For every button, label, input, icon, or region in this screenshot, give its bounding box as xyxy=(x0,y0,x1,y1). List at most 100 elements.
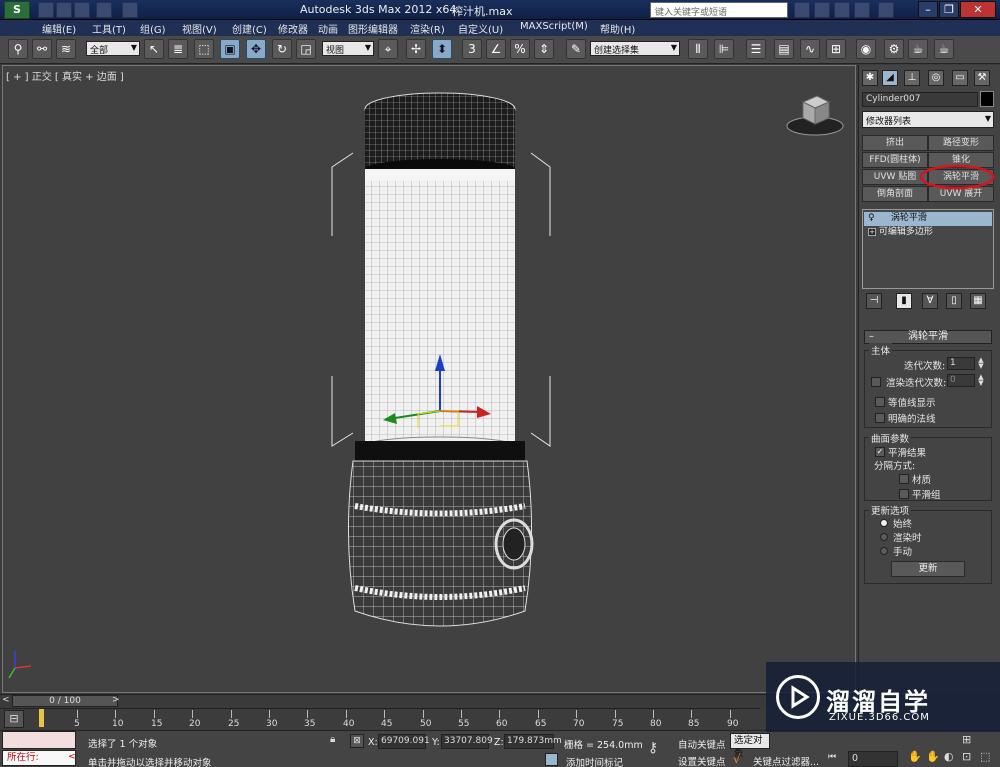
menu-edit[interactable]: 编辑(E) xyxy=(42,21,76,36)
explicit-normals-checkbox[interactable] xyxy=(875,413,885,423)
graphite-ribbon-icon[interactable]: ▤ xyxy=(774,39,794,59)
reference-coord-dropdown[interactable]: 视图 xyxy=(322,41,374,56)
menu-maxscript[interactable]: MAXScript(M) xyxy=(520,21,588,32)
lock-icon[interactable]: 🔒︎ xyxy=(330,734,342,746)
make-unique-icon[interactable]: ∀ xyxy=(922,293,938,309)
bulb-icon[interactable]: ♀ xyxy=(868,212,878,225)
tools-icon[interactable] xyxy=(814,2,830,18)
modifier-stack[interactable]: ♀ 涡轮平滑 + 可编辑多边形 xyxy=(862,209,994,289)
utilities-tab-icon[interactable]: ⚒ xyxy=(974,70,990,86)
modify-tab-icon[interactable]: ◢ xyxy=(882,70,898,86)
percent-snap-icon[interactable]: % xyxy=(510,39,530,59)
app-logo-icon[interactable]: S xyxy=(4,1,30,19)
remove-modifier-icon[interactable]: ▯ xyxy=(946,293,962,309)
menu-group[interactable]: 组(G) xyxy=(140,21,166,36)
binoculars-icon[interactable] xyxy=(794,2,810,18)
update-button[interactable]: 更新 xyxy=(891,561,965,577)
menu-customize[interactable]: 自定义(U) xyxy=(458,21,503,36)
unlink-icon[interactable]: ⚯ xyxy=(32,39,52,59)
current-frame-field[interactable]: 0 xyxy=(848,751,898,767)
mirror-icon[interactable]: ⫴ xyxy=(688,39,708,59)
mini-curve-editor-icon[interactable]: ⊟ xyxy=(4,710,24,728)
spinner-snap-icon[interactable]: ⇕ xyxy=(534,39,554,59)
redo-icon[interactable] xyxy=(122,2,138,18)
field-of-view-icon[interactable]: ⊡ xyxy=(962,750,976,764)
show-end-result-icon[interactable]: ▮ xyxy=(896,293,912,309)
set-key-button[interactable]: 设置关键点 xyxy=(678,754,726,767)
curve-editor-icon[interactable]: ∿ xyxy=(800,39,820,59)
render-iterations-checkbox[interactable] xyxy=(871,377,881,387)
close-button[interactable]: ✕ xyxy=(960,1,996,18)
zoom-icon[interactable]: ✋ xyxy=(908,750,922,764)
menu-help[interactable]: 帮助(H) xyxy=(600,21,635,36)
material-editor-icon[interactable]: ◉ xyxy=(856,39,876,59)
selected-object-dropdown[interactable]: 选定对象 xyxy=(730,733,770,760)
expand-icon[interactable]: + xyxy=(868,228,876,236)
manually-radio[interactable] xyxy=(880,547,888,555)
maximize-button[interactable]: ❐ xyxy=(939,1,959,18)
configure-sets-icon[interactable]: ▦ xyxy=(970,293,986,309)
rollout-header[interactable]: – 涡轮平滑 xyxy=(864,330,992,344)
new-file-icon[interactable] xyxy=(38,2,54,18)
hierarchy-tab-icon[interactable]: ⊥ xyxy=(904,70,920,86)
render-setup-icon[interactable]: ⚙ xyxy=(884,39,904,59)
pan-icon[interactable]: ✋ xyxy=(926,750,940,764)
menu-create[interactable]: 创建(C) xyxy=(232,21,267,36)
smoothing-groups-checkbox[interactable] xyxy=(899,489,909,499)
pin-stack-icon[interactable]: ⊣ xyxy=(866,293,882,309)
spinner-arrows-icon[interactable]: ▲ ▼ xyxy=(977,374,985,387)
align-icon[interactable]: ⊫ xyxy=(714,39,734,59)
path-deform-button[interactable]: 路径变形 xyxy=(928,135,994,151)
named-selection-dropdown[interactable]: 创建选择集 xyxy=(590,41,680,56)
perspective-viewport[interactable] xyxy=(2,65,856,693)
render-production-icon[interactable]: ☕ xyxy=(934,39,954,59)
display-tab-icon[interactable]: ▭ xyxy=(952,70,968,86)
star-icon[interactable] xyxy=(834,2,850,18)
smooth-result-checkbox[interactable]: ✓ xyxy=(875,447,885,457)
open-file-icon[interactable] xyxy=(56,2,72,18)
rendered-frame-icon[interactable]: ☕ xyxy=(908,39,928,59)
stack-item-turbosmooth[interactable]: ♀ 涡轮平滑 xyxy=(864,212,992,226)
materials-checkbox[interactable] xyxy=(899,474,909,484)
stack-item-editable-poly[interactable]: + 可编辑多边形 xyxy=(864,226,992,240)
time-slider-track[interactable] xyxy=(0,694,856,708)
select-manipulate-icon[interactable]: ✢ xyxy=(406,39,426,59)
create-tab-icon[interactable]: ✱ xyxy=(862,70,878,86)
key-filters-button[interactable]: 关键点过滤器... xyxy=(753,754,819,767)
motion-tab-icon[interactable]: ◎ xyxy=(928,70,944,86)
menu-tools[interactable]: 工具(T) xyxy=(92,21,126,36)
go-to-start-icon[interactable]: ⏮ xyxy=(828,752,842,765)
modifier-list-dropdown[interactable]: 修改器列表 ▼ xyxy=(862,111,994,128)
angle-snap-icon[interactable]: ∠ xyxy=(486,39,506,59)
orbit-icon[interactable]: ◐ xyxy=(944,750,958,764)
when-rendering-radio[interactable] xyxy=(880,533,888,541)
maxscript-listener[interactable] xyxy=(2,731,76,749)
window-crossing-icon[interactable]: ▣ xyxy=(220,39,240,59)
viewport-label[interactable]: [ + ] 正交 [ 真实 + 边面 ] xyxy=(6,68,124,83)
z-coord-field[interactable]: 179.873mm xyxy=(504,734,562,749)
object-name-field[interactable]: Cylinder007 xyxy=(862,92,978,107)
current-frame-marker[interactable] xyxy=(39,709,44,727)
selection-filter-dropdown[interactable]: 全部 xyxy=(86,41,140,56)
select-move-icon[interactable]: ✥ xyxy=(246,39,266,59)
viewcube-icon[interactable] xyxy=(785,90,845,138)
auto-key-button[interactable]: 自动关键点 xyxy=(678,737,726,751)
time-slider-thumb[interactable]: 0 / 100 xyxy=(12,695,118,707)
maximize-viewport-icon[interactable]: ⬚ xyxy=(980,750,996,764)
bind-space-warp-icon[interactable]: ≋ xyxy=(56,39,76,59)
prev-frame-icon[interactable]: < xyxy=(2,695,12,707)
menu-view[interactable]: 视图(V) xyxy=(182,21,217,36)
key-icon[interactable]: ⚷ xyxy=(648,740,674,756)
search-input[interactable]: 键入关键字或短语 xyxy=(650,2,788,18)
isoline-display-checkbox[interactable] xyxy=(875,397,885,407)
schematic-view-icon[interactable]: ⊞ xyxy=(826,39,846,59)
spinner-arrows-icon[interactable]: ▲ ▼ xyxy=(977,357,985,370)
menu-graph-editors[interactable]: 图形编辑器 xyxy=(348,21,398,36)
y-coord-field[interactable]: 33707.809 xyxy=(441,734,493,749)
minimize-button[interactable]: – xyxy=(918,1,938,18)
snaps-toggle-icon[interactable]: 3 xyxy=(462,39,482,59)
time-tag-icon[interactable] xyxy=(545,753,558,766)
iterations-spinner[interactable]: 1 xyxy=(947,357,975,370)
keyboard-shortcut-override-icon[interactable]: ⬍ xyxy=(432,39,452,59)
menu-modifiers[interactable]: 修改器 xyxy=(278,21,308,36)
